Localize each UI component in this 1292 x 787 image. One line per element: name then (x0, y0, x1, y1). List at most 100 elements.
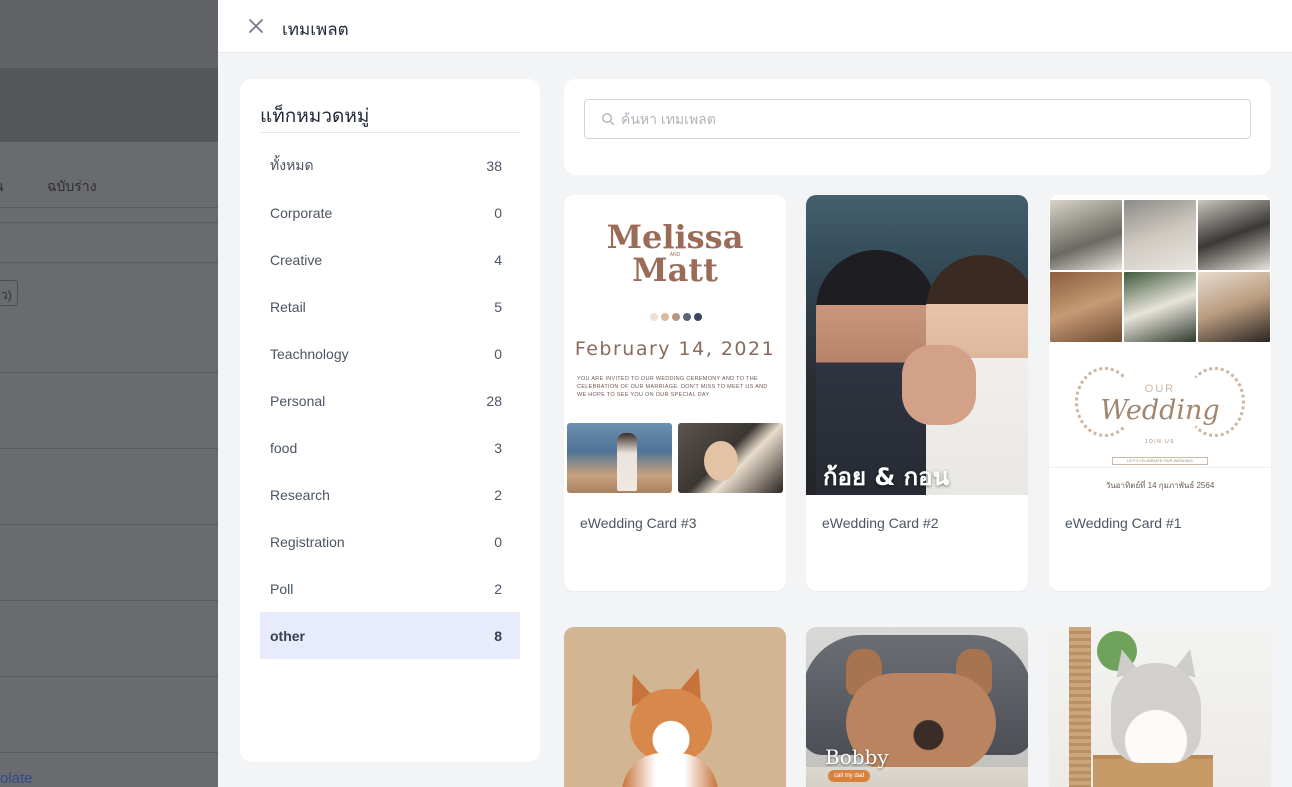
template-thumbnail: OUR Wedding JOIN US LET'S CELEBRATE OUR … (1049, 195, 1271, 495)
hands (902, 345, 976, 425)
thumb-join: JOIN US (1144, 439, 1176, 445)
photo (1198, 200, 1270, 270)
divider (1049, 467, 1271, 468)
template-thumbnail: Bobby call my dad (806, 627, 1028, 787)
close-icon[interactable] (246, 16, 266, 36)
category-item-poll[interactable]: Poll 2 (260, 565, 520, 612)
divider (0, 752, 218, 753)
color-dot (683, 313, 691, 321)
photo (1124, 200, 1196, 270)
couple-photo (678, 423, 783, 493)
divider (0, 600, 218, 601)
category-label: food (270, 439, 298, 456)
category-label: Poll (270, 580, 294, 597)
thumb-date: February 14, 2021 (574, 338, 776, 360)
template-card[interactable]: Bobby call my dad (806, 627, 1028, 787)
thumb-invite-text: You are invited to our wedding ceremony … (577, 376, 768, 398)
category-item-creative[interactable]: Creative 4 (260, 236, 520, 283)
color-dot (661, 313, 669, 321)
background-banner (0, 68, 218, 142)
divider (0, 372, 218, 373)
category-label: Research (270, 486, 330, 503)
photo (1198, 272, 1270, 342)
thumb-call-badge: call my dad (828, 770, 871, 782)
template-thumbnail (564, 627, 786, 787)
thumb-and: AND (669, 252, 681, 258)
category-label: ทั้งหมด (270, 156, 314, 173)
divider (0, 262, 218, 263)
divider (0, 524, 218, 525)
category-count: 2 (494, 486, 502, 503)
drawer-title: เทมเพลต (282, 20, 349, 39)
template-card[interactable]: ก้อย & กอน eWedding Card #2 (806, 195, 1028, 591)
category-count: 5 (494, 298, 502, 315)
background-link: olate (0, 770, 33, 787)
category-label: Personal (270, 392, 326, 409)
thumb-our: OUR (1144, 383, 1176, 395)
background-tab: น (0, 176, 4, 198)
beach-photo (567, 423, 672, 493)
divider (0, 676, 218, 677)
drawer-header: เทมเพลต (218, 0, 1292, 53)
dog-image (630, 689, 712, 761)
category-item-food[interactable]: food 3 (260, 424, 520, 471)
search-icon (601, 112, 615, 126)
background-chip: ว) (0, 280, 18, 306)
category-item-teachnology[interactable]: Teachnology 0 (260, 330, 520, 377)
search-box[interactable] (584, 99, 1251, 139)
category-item-corporate[interactable]: Corporate 0 (260, 189, 520, 236)
template-card[interactable] (1049, 627, 1271, 787)
category-count: 38 (486, 157, 502, 174)
photo (1124, 272, 1196, 342)
category-count: 2 (494, 580, 502, 597)
template-thumbnail (1049, 627, 1271, 787)
category-count: 3 (494, 439, 502, 456)
thumb-celebrate: LET'S CELEBRATE OUR WEDDING (1112, 457, 1208, 465)
template-title: eWedding Card #2 (822, 515, 939, 531)
category-count: 0 (494, 345, 502, 362)
category-count: 4 (494, 251, 502, 268)
divider (0, 448, 218, 449)
color-dot (672, 313, 680, 321)
category-item-personal[interactable]: Personal 28 (260, 377, 520, 424)
color-dots (650, 313, 702, 321)
template-drawer: เทมเพลต แท็กหมวดหมู่ ทั้งหมด 38 Corporate… (218, 0, 1292, 787)
category-item-retail[interactable]: Retail 5 (260, 283, 520, 330)
cat-image (1111, 663, 1201, 763)
template-card[interactable] (564, 627, 786, 787)
template-thumbnail: ก้อย & กอน (806, 195, 1028, 495)
thumb-caption: ก้อย & กอน (823, 463, 949, 491)
template-title: eWedding Card #1 (1065, 515, 1182, 531)
dog-body (622, 753, 718, 787)
background-app: น ฉบับร่าง ว) olate (0, 0, 218, 787)
background-tab-drafts: ฉบับร่าง (47, 178, 97, 194)
category-item-registration[interactable]: Registration 0 (260, 518, 520, 565)
divider (0, 222, 218, 223)
photo (1050, 272, 1122, 342)
post (1069, 627, 1091, 787)
category-item-research[interactable]: Research 2 (260, 471, 520, 518)
category-label: Retail (270, 298, 306, 315)
color-dot (694, 313, 702, 321)
background-topbar (0, 0, 218, 68)
template-card[interactable]: OUR Wedding JOIN US LET'S CELEBRATE OUR … (1049, 195, 1271, 591)
search-input[interactable] (621, 111, 1221, 127)
photo (1050, 200, 1122, 270)
photo-collage (1050, 200, 1270, 344)
template-title: eWedding Card #3 (580, 515, 697, 531)
category-count: 8 (494, 627, 502, 644)
thumb-thai-date: วันอาทิตย์ที่ 14 กุมภาพันธ์ 2564 (1105, 481, 1215, 490)
category-label: Creative (270, 251, 323, 268)
color-dot (650, 313, 658, 321)
category-count: 0 (494, 204, 502, 221)
category-heading: แท็กหมวดหมู่ (260, 106, 370, 127)
fig (617, 433, 637, 491)
category-item-all[interactable]: ทั้งหมด 38 (260, 142, 520, 189)
divider (260, 132, 520, 133)
template-card[interactable]: Melissa Matt AND February 14, 2021 You ar… (564, 195, 786, 591)
template-thumbnail: Melissa Matt AND February 14, 2021 You ar… (564, 195, 786, 495)
category-count: 28 (486, 392, 502, 409)
search-panel (564, 79, 1271, 175)
category-count: 0 (494, 533, 502, 550)
category-item-other[interactable]: other 8 (260, 612, 520, 659)
